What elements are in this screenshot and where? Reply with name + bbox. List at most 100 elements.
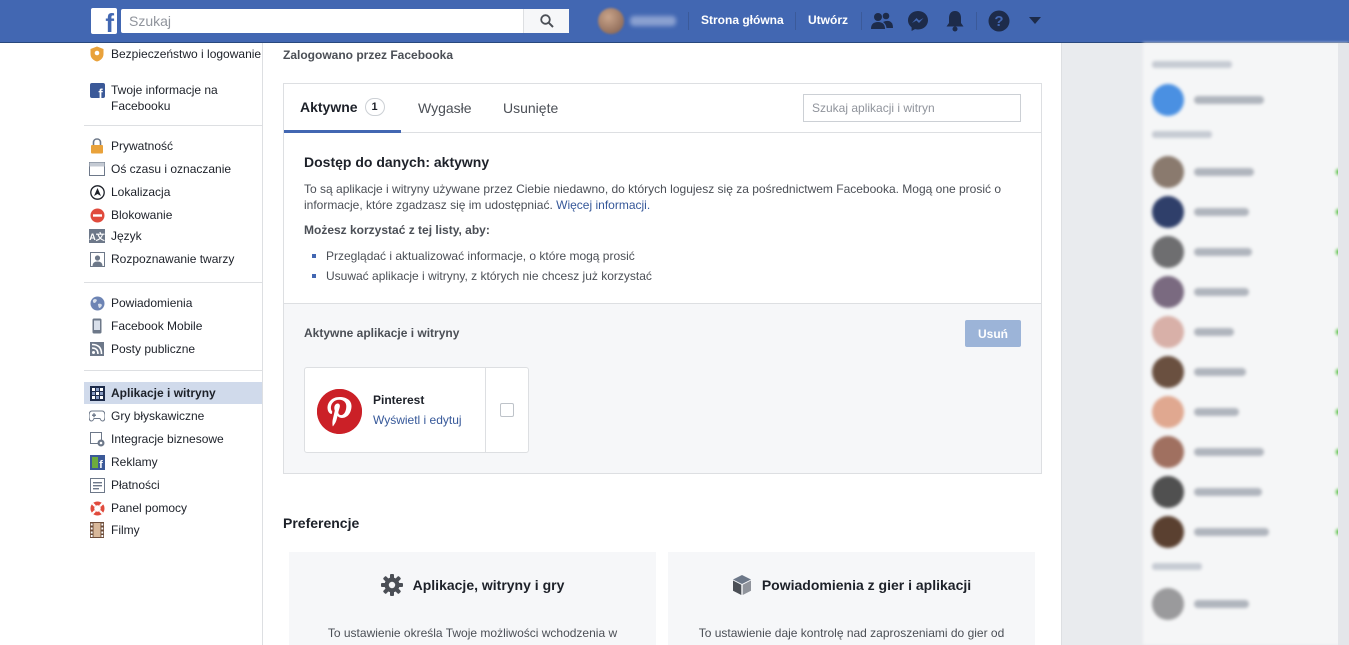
block-icon: [89, 207, 105, 223]
home-link[interactable]: Strona główna: [701, 13, 784, 27]
search-icon: [539, 14, 554, 28]
search-button[interactable]: [523, 9, 569, 33]
chat-contact[interactable]: [1152, 475, 1342, 509]
sidebar-divider: [84, 370, 262, 371]
sidebar-item-notifications[interactable]: Powiadomienia: [84, 295, 262, 311]
help-icon[interactable]: ?: [987, 10, 1011, 32]
pref-card-apps-websites-games[interactable]: Aplikacje, witryny i gry To ustawienie o…: [289, 552, 656, 645]
sidebar-item-public-posts[interactable]: Posty publiczne: [84, 341, 262, 357]
chat-contact[interactable]: [1152, 515, 1342, 549]
sidebar-item-your-information[interactable]: f Twoje informacje na Facebooku: [84, 82, 262, 114]
pinterest-logo-icon: [317, 389, 362, 434]
dropdown-arrow-icon[interactable]: [1023, 10, 1047, 32]
chat-contact[interactable]: [1152, 587, 1342, 621]
globe-icon: [89, 295, 105, 311]
chat-contact[interactable]: [1152, 355, 1342, 389]
sidebar-item-apps-and-websites[interactable]: Aplikacje i witryny: [84, 382, 262, 404]
pref-card-game-app-notifications[interactable]: Powiadomienia z gier i aplikacji To usta…: [668, 552, 1035, 645]
apps-tabs: Aktywne 1 Wygasłe Usunięte: [284, 84, 1041, 133]
pref-card-text: To ustawienie określa Twoje możliwości w…: [327, 626, 618, 640]
sidebar-divider: [84, 282, 262, 283]
data-access-description: To są aplikacje i witryny używane przez …: [304, 181, 1024, 213]
nav-divider: [976, 12, 977, 30]
profile-link[interactable]: [598, 8, 676, 34]
sidebar-item-timeline[interactable]: Oś czasu i oznaczanie: [84, 161, 262, 177]
svg-text:f: f: [99, 459, 103, 470]
chat-contact[interactable]: [1152, 395, 1342, 429]
sidebar-item-face-recognition[interactable]: Rozpoznawanie twarzy: [84, 251, 262, 267]
chat-contact[interactable]: [1152, 235, 1342, 269]
ads-icon: f: [89, 454, 105, 470]
sidebar-item-label: Bezpieczeństwo i logowanie: [111, 47, 262, 61]
sidebar-item-privacy[interactable]: Prywatność: [84, 138, 262, 154]
chat-contact[interactable]: [1152, 435, 1342, 469]
sidebar-divider: [84, 125, 262, 126]
chat-contact[interactable]: [1152, 275, 1342, 309]
sidebar-item-language[interactable]: A文 Język: [84, 228, 262, 244]
sidebar-item-label: Język: [111, 229, 142, 243]
chat-contact[interactable]: [1152, 195, 1342, 229]
svg-text:f: f: [98, 86, 103, 98]
sidebar-item-facebook-mobile[interactable]: Facebook Mobile: [84, 318, 262, 334]
notifications-icon[interactable]: [943, 10, 967, 32]
messenger-icon[interactable]: [906, 10, 930, 32]
sidebar-item-security[interactable]: Bezpieczeństwo i logowanie: [84, 46, 262, 62]
sidebar-item-support-inbox[interactable]: Panel pomocy: [84, 500, 262, 516]
app-name: Pinterest: [373, 393, 425, 407]
mobile-icon: [89, 318, 105, 334]
tab-active[interactable]: Aktywne 1: [284, 84, 401, 133]
sidebar-item-label: Gry błyskawiczne: [111, 409, 205, 423]
business-icon: [89, 431, 105, 447]
location-icon: [89, 184, 105, 200]
create-link[interactable]: Utwórz: [808, 13, 848, 27]
sidebar-item-label: Rozpoznawanie twarzy: [111, 252, 235, 266]
sidebar-item-instant-games[interactable]: Gry błyskawiczne: [84, 408, 262, 424]
chat-contact[interactable]: [1152, 83, 1342, 117]
search-box: [121, 9, 569, 33]
description-text: To są aplikacje i witryny używane przez …: [304, 182, 1002, 212]
sidebar-item-label: Facebook Mobile: [111, 319, 203, 333]
sidebar-item-label: Posty publiczne: [111, 342, 196, 356]
view-and-edit-link[interactable]: Wyświetl i edytuj: [373, 413, 462, 427]
chat-section-label: [1152, 563, 1202, 570]
nav-divider: [861, 12, 862, 30]
sidebar-item-videos[interactable]: Filmy: [84, 522, 262, 538]
tab-removed[interactable]: Usunięte: [503, 84, 558, 132]
friends-icon[interactable]: [870, 10, 894, 32]
chat-scrollbar[interactable]: [1338, 43, 1349, 645]
sidebar-item-ads[interactable]: f Reklamy: [84, 454, 262, 470]
page-title: Zalogowano przez Facebooka: [283, 48, 454, 62]
sidebar-item-blocking[interactable]: Blokowanie: [84, 207, 262, 223]
remove-button[interactable]: Usuń: [965, 320, 1021, 347]
face-icon: [89, 251, 105, 267]
data-access-title: Dostęp do danych: aktywny: [304, 154, 490, 170]
sidebar-item-location[interactable]: Lokalizacja: [84, 184, 262, 200]
sidebar-item-payments[interactable]: Płatności: [84, 477, 262, 493]
apps-panel: Aktywne 1 Wygasłe Usunięte Dostęp do dan…: [283, 83, 1042, 474]
facebook-logo-icon[interactable]: f: [91, 8, 117, 36]
app-select-checkbox[interactable]: [500, 403, 514, 417]
list-usage-title: Możesz korzystać z tej listy, aby:: [304, 223, 490, 237]
box-icon: [732, 574, 752, 596]
sidebar-item-label: Reklamy: [111, 455, 158, 469]
search-input[interactable]: [121, 9, 523, 33]
pref-card-header: Powiadomienia z gier i aplikacji: [668, 574, 1035, 596]
chat-contact[interactable]: [1152, 155, 1342, 189]
lock-icon: [89, 138, 105, 154]
apps-search-input[interactable]: [803, 94, 1021, 122]
chat-section-label: [1152, 61, 1232, 68]
card-divider: [485, 368, 486, 452]
preferences-title: Preferencje: [283, 515, 360, 531]
nav-divider: [688, 12, 689, 30]
sidebar-item-business-integrations[interactable]: Integracje biznesowe: [84, 431, 262, 447]
list-item: Usuwać aplikacje i witryny, z których ni…: [312, 269, 652, 283]
learn-more-link[interactable]: Więcej informacji.: [556, 198, 650, 212]
sidebar-item-label: Lokalizacja: [111, 185, 171, 199]
language-icon: A文: [89, 228, 105, 244]
svg-text:?: ?: [994, 13, 1003, 30]
sidebar-item-label: Blokowanie: [111, 208, 173, 222]
chat-contact[interactable]: [1152, 315, 1342, 349]
timeline-icon: [89, 161, 105, 177]
tab-expired[interactable]: Wygasłe: [418, 84, 472, 132]
chat-sidebar: [1143, 43, 1349, 645]
